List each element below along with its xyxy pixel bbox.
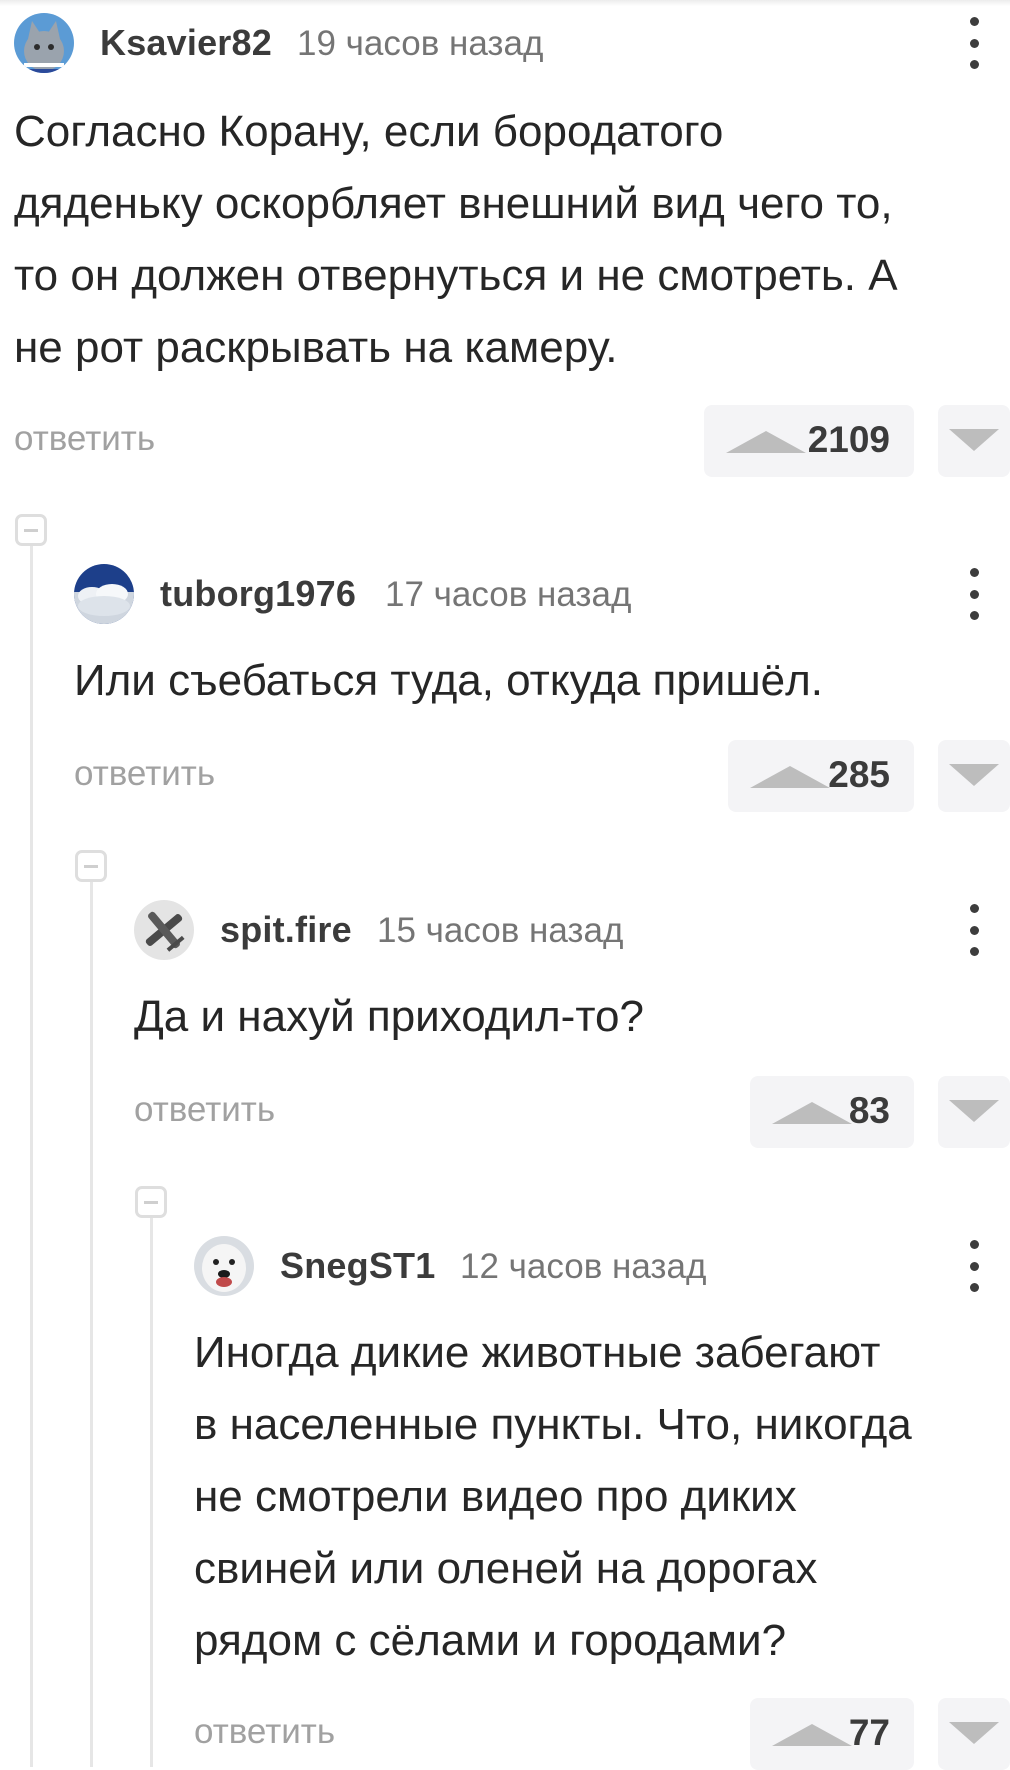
comment-actions: ответить 77	[194, 1698, 1010, 1770]
triangle-down-icon	[949, 764, 999, 786]
triangle-up-icon	[726, 431, 806, 453]
comment: Ksavier82 19 часов назад Согласно Корану…	[14, 5, 1010, 485]
dog-avatar-icon[interactable]	[194, 1236, 254, 1296]
triangle-up-icon	[772, 1102, 852, 1124]
comment: tuborg1976 17 часов назад Или съебаться …	[74, 556, 1010, 816]
comment-text: Иногда дикие животные забегают в населен…	[194, 1317, 1004, 1677]
cloud-sky-avatar-icon[interactable]	[74, 564, 134, 624]
comment-text-line: Или съебаться туда, откуда пришёл.	[74, 656, 824, 705]
vote-down-button[interactable]	[938, 405, 1010, 477]
comment-text-line: Да и нахуй приходил-то?	[134, 992, 644, 1041]
comment-text-line: рядом с сёлами и городами?	[194, 1616, 787, 1665]
comment-header: SnegST1 12 часов назад	[194, 1228, 1010, 1304]
reply-button[interactable]: ответить	[14, 419, 155, 459]
reply-button[interactable]: ответить	[74, 754, 215, 794]
comment-timestamp: 12 часов назад	[460, 1247, 707, 1286]
rating-count: 2109	[807, 419, 890, 460]
thread-line-level-2	[90, 864, 93, 1767]
comment-header: tuborg1976 17 часов назад	[74, 556, 1010, 632]
comment-actions: ответить 285	[74, 740, 1010, 812]
collapse-thread-button[interactable]	[135, 1186, 167, 1218]
comment-header: Ksavier82 19 часов назад	[14, 5, 1010, 81]
comment-text-line: дяденьку оскорбляет внешний вид чего то,	[14, 179, 893, 228]
comment-timestamp: 19 часов назад	[297, 24, 544, 63]
comment-author[interactable]: Ksavier82	[100, 22, 272, 64]
reply-button[interactable]: ответить	[134, 1090, 275, 1130]
comment-actions: ответить 83	[134, 1076, 1010, 1148]
rating-count: 83	[848, 1090, 890, 1131]
collapse-thread-button[interactable]	[75, 850, 107, 882]
comment-author[interactable]: spit.fire	[220, 909, 352, 951]
vertical-dots-icon[interactable]	[954, 568, 994, 620]
rating-count: 77	[848, 1712, 890, 1753]
comment-text-line: Согласно Корану, если бородатого	[14, 107, 724, 156]
vote-up-button[interactable]: 77	[750, 1698, 914, 1770]
thread-line-level-1	[30, 528, 33, 1767]
comment-text-line: свиней или оленей на дорогах	[194, 1544, 818, 1593]
vote-down-button[interactable]	[938, 1698, 1010, 1770]
comment-timestamp: 15 часов назад	[377, 911, 624, 950]
comment-text: Согласно Корану, если бородатого дяденьк…	[14, 96, 1004, 384]
comment-text: Да и нахуй приходил-то?	[134, 981, 994, 1053]
vote-up-button[interactable]: 285	[728, 740, 914, 812]
cat-avatar-icon[interactable]	[14, 13, 74, 73]
rating-count: 285	[828, 754, 890, 795]
triangle-down-icon	[949, 429, 999, 451]
triangle-up-icon	[750, 766, 830, 788]
comment-text-line: не рот раскрывать на камеру.	[14, 323, 618, 372]
comment-text-line: не смотрели видео про диких	[194, 1472, 797, 1521]
comment: SnegST1 12 часов назад Иногда дикие живо…	[194, 1228, 1010, 1770]
triangle-down-icon	[949, 1100, 999, 1122]
comment-author[interactable]: tuborg1976	[160, 573, 356, 615]
vote-down-button[interactable]	[938, 1076, 1010, 1148]
collapse-thread-button[interactable]	[15, 514, 47, 546]
triangle-down-icon	[949, 1722, 999, 1744]
vote-up-button[interactable]: 2109	[704, 405, 914, 477]
comment-text-line: Иногда дикие животные забегают	[194, 1328, 881, 1377]
comment-text: Или съебаться туда, откуда пришёл.	[74, 645, 994, 717]
vote-down-button[interactable]	[938, 740, 1010, 812]
comment-author[interactable]: SnegST1	[280, 1245, 435, 1287]
airplane-avatar-icon[interactable]	[134, 900, 194, 960]
vote-up-button[interactable]: 83	[750, 1076, 914, 1148]
comment-text-line: то он должен отвернуться и не смотреть. …	[14, 251, 898, 300]
comment-actions: ответить 2109	[14, 405, 1010, 477]
triangle-up-icon	[772, 1724, 852, 1746]
vertical-dots-icon[interactable]	[954, 904, 994, 956]
vertical-dots-icon[interactable]	[954, 1240, 994, 1292]
comment-text-line: в населенные пункты. Что, никогда	[194, 1400, 912, 1449]
reply-button[interactable]: ответить	[194, 1712, 335, 1752]
comment-header: spit.fire 15 часов назад	[134, 892, 1010, 968]
thread-line-level-3	[150, 1200, 153, 1767]
comment-timestamp: 17 часов назад	[385, 575, 632, 614]
vertical-dots-icon[interactable]	[954, 17, 994, 69]
comment: spit.fire 15 часов назад Да и нахуй прих…	[134, 892, 1010, 1152]
